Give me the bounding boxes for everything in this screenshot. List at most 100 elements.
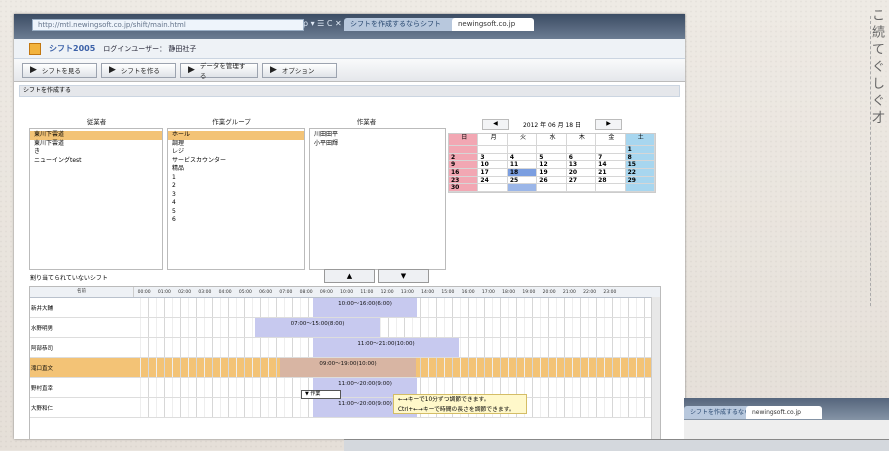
shift-row[interactable]: 水野明男 07:00〜15:00(8:00) — [30, 318, 660, 338]
play-icon: ▶ — [109, 64, 116, 75]
calendar-day-10[interactable]: 10 — [478, 161, 508, 170]
address-bar[interactable]: http://mtl.newingsoft.co.jp/shift/main.h… — [32, 19, 304, 31]
calendar-day-1[interactable]: 1 — [625, 146, 655, 154]
shift-bar[interactable]: 09:00〜19:00(10:00) — [280, 358, 416, 377]
calendar-day-19[interactable]: 19 — [537, 169, 567, 177]
shift-row[interactable]: 滝口直文 09:00〜19:00(10:00) — [30, 358, 660, 378]
calendar-day-16[interactable]: 16 — [449, 169, 479, 177]
employee-list-item[interactable]: 東川下雲道 — [30, 131, 162, 140]
calendar-day-28[interactable]: 28 — [596, 176, 626, 185]
app-header: シフト2005 ログインユーザー： 静田社子 — [14, 39, 685, 59]
work-group-item[interactable]: レジ — [168, 148, 304, 157]
options-button[interactable]: ▶ オプション — [262, 62, 337, 78]
help-line: Ctrl+←→キーで時間の長さを調節できます。 — [398, 407, 515, 413]
work-group-item[interactable]: 1 — [168, 174, 304, 183]
manage-data-label: データを管理する — [199, 62, 246, 80]
work-group-item[interactable]: 精品 — [168, 165, 304, 174]
calendar-empty-day — [507, 146, 538, 154]
work-group-item[interactable]: サービスカウンター — [168, 157, 304, 166]
shift-bar[interactable]: 07:00〜15:00(8:00) — [255, 318, 380, 337]
calendar-day-8[interactable]: 8 — [625, 153, 655, 162]
worker-list-item[interactable]: 川田田平 — [310, 131, 445, 140]
calendar-empty-day — [507, 184, 538, 193]
move-down-button[interactable]: ▼ — [378, 269, 429, 283]
calendar-empty-day — [449, 146, 479, 154]
calendar-day-20[interactable]: 20 — [566, 169, 597, 177]
work-group-item[interactable]: 5 — [168, 208, 304, 217]
browser-nav-icons[interactable]: ρ ▾ ☰ C ✕ — [303, 19, 342, 28]
calendar-empty-day — [478, 184, 508, 193]
calendar-day-29[interactable]: 29 — [625, 176, 655, 185]
shift-bar[interactable]: 10:00〜16:00(6:00) — [313, 298, 417, 317]
calendar-day-27[interactable]: 27 — [566, 176, 597, 185]
background-tab-shift[interactable]: シフトを作成するならシフト — [684, 406, 752, 419]
work-group-item[interactable]: 3 — [168, 191, 304, 200]
calendar-day-22[interactable]: 22 — [625, 169, 655, 177]
calendar-day-11[interactable]: 11 — [507, 161, 538, 170]
calendar-day-9[interactable]: 9 — [449, 161, 479, 170]
options-label: オプション — [281, 67, 315, 75]
calendar-day-5[interactable]: 5 — [537, 153, 567, 162]
worker-list-item[interactable]: 小平田輝 — [310, 140, 445, 149]
work-group-item[interactable]: ホール — [168, 131, 304, 140]
calendar-day-21[interactable]: 21 — [596, 169, 626, 177]
employee-name: 阿部恭司 — [31, 346, 54, 352]
calendar-day-7[interactable]: 7 — [596, 153, 626, 162]
timeline-scrollbar[interactable] — [651, 297, 660, 439]
calendar-day-30[interactable]: 30 — [449, 184, 479, 193]
shift-row[interactable]: 野村直幸 11:00〜20:00(9:00) — [30, 378, 660, 398]
weekday-6: 土 — [625, 134, 655, 146]
calendar-day-26[interactable]: 26 — [537, 176, 567, 185]
calendar-day-2[interactable]: 2 — [449, 153, 479, 162]
view-shift-button[interactable]: ▶ シフトを見る — [22, 62, 97, 78]
employee-list-item[interactable]: 東川下雲道 — [30, 140, 162, 149]
employee-list[interactable]: 東川下雲道 東川下雲道 き ニューイングtest — [29, 128, 163, 270]
time-label: 06:00 — [259, 289, 273, 295]
vertical-caption: こ 続 て ぐ し ぐ 才 — [869, 8, 884, 124]
calendar-day-25[interactable]: 25 — [507, 176, 538, 185]
employee-name: 滝口直文 — [31, 366, 54, 372]
work-group-list[interactable]: ホール 調理 レジ サービスカウンター 精品 1 2 3 4 5 6 — [167, 128, 305, 270]
time-grid — [133, 318, 660, 337]
calendar-empty-day — [478, 146, 508, 154]
calendar-header: ◀ 2012 年 06 月 18 日 ▶ — [448, 118, 656, 131]
weekday-4: 木 — [566, 134, 597, 146]
shift-row[interactable]: 阿部恭司 11:00〜21:00(10:00) — [30, 338, 660, 358]
calendar-day-3[interactable]: 3 — [478, 153, 508, 162]
calendar-day-23[interactable]: 23 — [449, 176, 479, 185]
move-up-button[interactable]: ▲ — [324, 269, 375, 283]
work-group-item[interactable]: 2 — [168, 182, 304, 191]
calendar-day-6[interactable]: 6 — [566, 153, 597, 162]
calendar-day-17[interactable]: 17 — [478, 169, 508, 177]
work-group-item[interactable]: 4 — [168, 199, 304, 208]
work-group-item[interactable]: 調理 — [168, 140, 304, 149]
calendar-day-4[interactable]: 4 — [507, 153, 538, 162]
browser-top-bar: http://mtl.newingsoft.co.jp/shift/main.h… — [14, 14, 685, 39]
calendar-grid[interactable]: 日月火水木金土 1 2 3 4 5 6 7 8 9 10 11 12 13 14 15 16 17 18 19 20 21… — [448, 133, 656, 194]
create-shift-label: シフトを作る — [120, 67, 160, 75]
previous-day-button[interactable]: ◀ — [481, 119, 509, 130]
time-label: 20:00 — [542, 289, 556, 295]
employee-list-item[interactable]: ニューイングtest — [30, 157, 162, 166]
calendar-day-18[interactable]: 18 — [507, 169, 538, 177]
work-group-item[interactable]: 6 — [168, 216, 304, 225]
shift-row[interactable]: 大野和仁 11:00〜20:00(9:00) — [30, 398, 660, 418]
browser-tab-shift[interactable]: シフトを作成するならシフト — [344, 18, 461, 31]
shift-bar[interactable]: 11:00〜21:00(10:00) — [313, 338, 459, 357]
calendar-day-15[interactable]: 15 — [625, 161, 655, 170]
create-shift-button[interactable]: ▶ シフトを作る — [101, 62, 176, 78]
calendar-day-24[interactable]: 24 — [478, 176, 508, 185]
background-tab-newingsoft[interactable]: newingsoft.co.jp — [746, 406, 822, 419]
unassigned-shift-label: 割り当てられていないシフト — [30, 275, 108, 282]
shift-row[interactable]: 新井大輔 10:00〜16:00(6:00) — [30, 298, 660, 318]
calendar-day-14[interactable]: 14 — [596, 161, 626, 170]
calendar-day-13[interactable]: 13 — [566, 161, 597, 170]
shift-timeline[interactable]: 名前 00:00 01:00 02:00 03:00 04:00 05:00 06:00 07… — [29, 286, 661, 439]
work-select[interactable]: ▼ 作業 — [301, 390, 341, 399]
worker-list[interactable]: 川田田平 小平田輝 — [309, 128, 446, 270]
browser-tab-newingsoft[interactable]: newingsoft.co.jp — [452, 18, 534, 31]
next-day-button[interactable]: ▶ — [595, 119, 623, 130]
calendar-day-12[interactable]: 12 — [537, 161, 567, 170]
manage-data-button[interactable]: ▶ データを管理する — [180, 62, 258, 80]
employee-list-item[interactable]: き — [30, 148, 162, 157]
